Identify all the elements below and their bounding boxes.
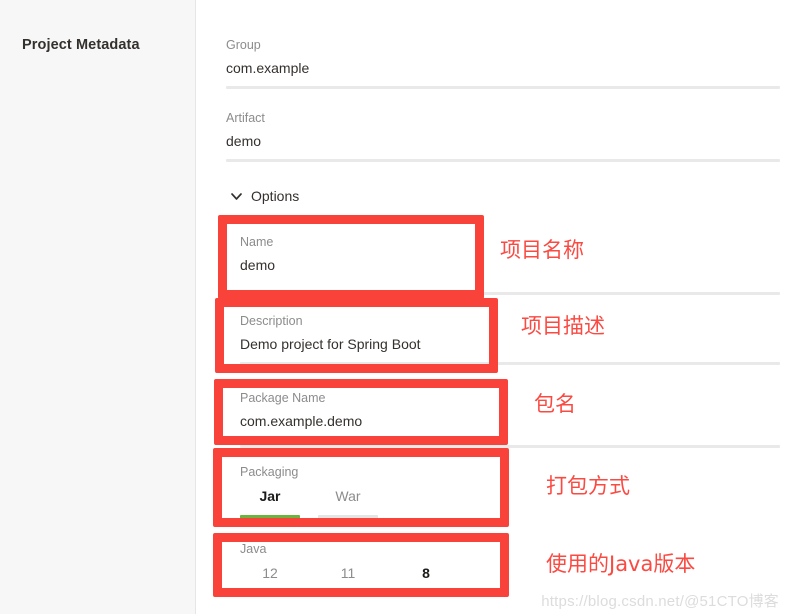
radio-option-java-12-label: 12 bbox=[262, 565, 278, 581]
radio-option-java-8[interactable]: 8 bbox=[396, 564, 456, 597]
project-metadata-form: Group com.example Artifact demo Options … bbox=[196, 0, 785, 614]
radio-option-war-label: War bbox=[335, 488, 361, 504]
page-title: Project Metadata bbox=[22, 37, 140, 53]
field-package-name-input[interactable]: com.example.demo bbox=[240, 411, 780, 431]
options-toggle-label: Options bbox=[251, 188, 300, 204]
radio-option-java-12[interactable]: 12 bbox=[240, 564, 300, 597]
field-group-label: Group bbox=[226, 38, 261, 52]
radio-group-packaging-options: Jar War bbox=[240, 487, 780, 520]
radio-option-war-indicator bbox=[318, 515, 378, 520]
options-toggle[interactable]: Options bbox=[230, 187, 299, 205]
radio-option-jar[interactable]: Jar bbox=[240, 487, 300, 520]
field-package-name[interactable]: Package Name com.example.demo bbox=[240, 390, 780, 448]
field-artifact-label: Artifact bbox=[226, 111, 265, 125]
field-description-input[interactable]: Demo project for Spring Boot bbox=[240, 334, 780, 354]
radio-option-jar-indicator bbox=[240, 515, 300, 520]
radio-group-packaging: Packaging Jar War bbox=[240, 464, 780, 520]
field-name-label: Name bbox=[240, 235, 274, 249]
field-group[interactable]: Group com.example bbox=[226, 37, 780, 89]
field-name-input[interactable]: demo bbox=[240, 255, 780, 275]
field-package-name-underline bbox=[240, 445, 780, 448]
field-name-underline bbox=[240, 292, 780, 295]
radio-option-java-11-indicator bbox=[318, 592, 378, 597]
radio-option-java-8-indicator bbox=[396, 592, 456, 597]
field-group-underline bbox=[226, 86, 780, 89]
radio-group-java-options: 12 11 8 bbox=[240, 564, 780, 597]
sidebar: Project Metadata bbox=[0, 0, 196, 614]
field-group-input[interactable]: com.example bbox=[226, 58, 780, 78]
radio-group-packaging-label: Packaging bbox=[240, 465, 299, 479]
radio-group-java-label: Java bbox=[240, 542, 267, 556]
chevron-down-icon bbox=[231, 192, 242, 200]
radio-option-jar-label: Jar bbox=[259, 488, 281, 504]
radio-option-java-11[interactable]: 11 bbox=[318, 564, 378, 597]
radio-option-war[interactable]: War bbox=[318, 487, 378, 520]
initializr-page: Project Metadata Group com.example Artif… bbox=[0, 0, 785, 614]
field-artifact-underline bbox=[226, 159, 780, 162]
field-artifact[interactable]: Artifact demo bbox=[226, 110, 780, 162]
radio-option-java-8-label: 8 bbox=[422, 565, 430, 581]
field-package-name-label: Package Name bbox=[240, 391, 326, 405]
field-name[interactable]: Name demo bbox=[240, 234, 780, 295]
field-description[interactable]: Description Demo project for Spring Boot bbox=[240, 313, 780, 365]
field-description-underline bbox=[240, 362, 780, 365]
radio-group-java: Java 12 11 8 bbox=[240, 541, 780, 597]
field-artifact-input[interactable]: demo bbox=[226, 131, 780, 151]
radio-option-java-12-indicator bbox=[240, 592, 300, 597]
radio-option-java-11-label: 11 bbox=[340, 565, 356, 581]
field-description-label: Description bbox=[240, 314, 303, 328]
